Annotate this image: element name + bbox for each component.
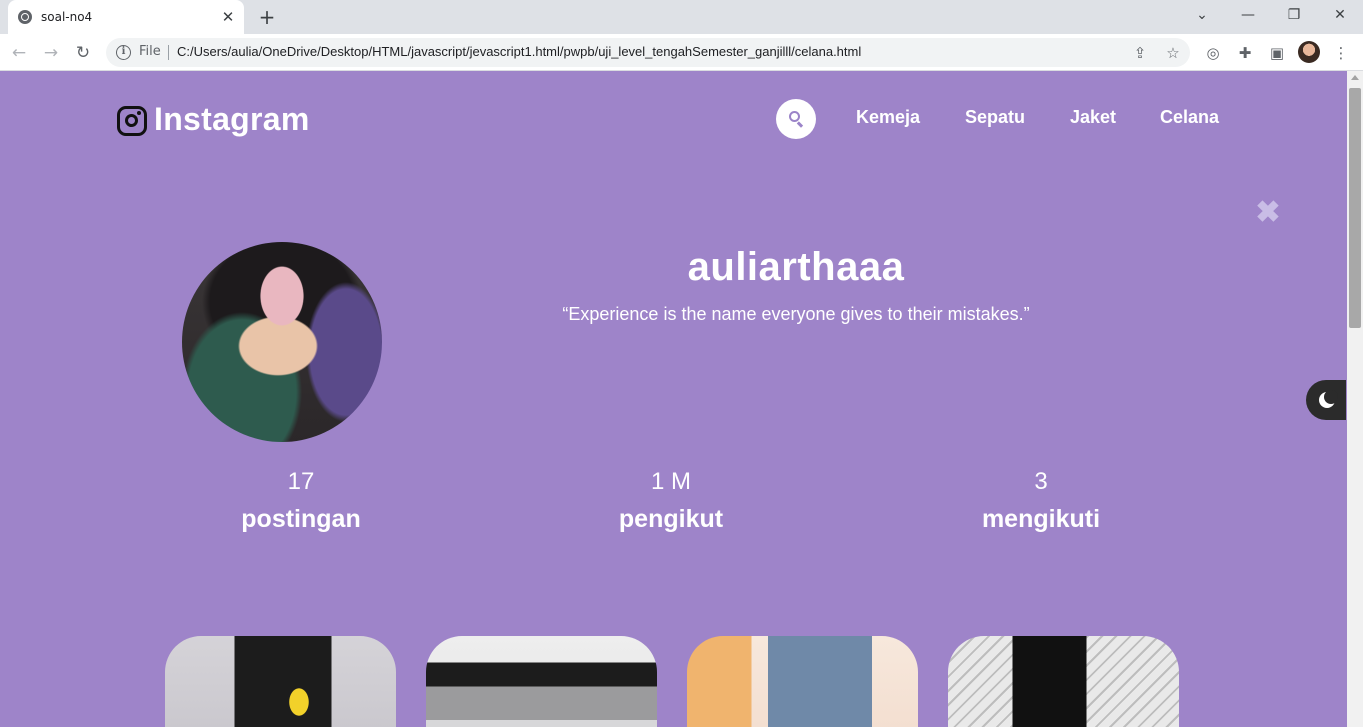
stat-followers-value: 1 M: [650, 468, 691, 495]
profile-photo: [182, 242, 382, 442]
page-viewport: Instagram Kemeja Sepatu Jaket Celana ✖ a…: [0, 71, 1347, 727]
stat-following-label: mengikuti: [981, 505, 1101, 533]
extension-circle-icon[interactable]: ◎: [1202, 42, 1224, 64]
nav-link-sepatu[interactable]: Sepatu: [965, 107, 1025, 128]
stat-following: 3 mengikuti: [921, 467, 1161, 535]
share-icon[interactable]: ⇪: [1130, 43, 1150, 63]
stat-posts-label: postingan: [241, 505, 361, 533]
close-window-button[interactable]: ✕: [1327, 4, 1353, 26]
gallery-card-1[interactable]: [165, 636, 396, 727]
stat-posts: 17 postingan: [181, 467, 421, 535]
star-icon[interactable]: ☆: [1163, 43, 1183, 63]
search-icon-handle: [797, 121, 804, 128]
info-icon[interactable]: i: [116, 45, 131, 60]
address-bar[interactable]: i File C:/Users/aulia/OneDrive/Desktop/H…: [106, 38, 1190, 67]
scroll-thumb[interactable]: [1349, 88, 1361, 328]
omnibox-divider: [168, 45, 169, 60]
profile-username: auliarthaaa: [687, 245, 905, 289]
stat-posts-value: 17: [287, 468, 315, 495]
forward-arrow-icon[interactable]: →: [38, 40, 64, 66]
tab-title: soal-no4: [41, 10, 93, 24]
nav-link-jaket[interactable]: Jaket: [1070, 107, 1116, 128]
browser-tab-strip: soal-no4 ✕ + ⌄ — ❐ ✕: [0, 0, 1363, 34]
profile-bio: “Experience is the name everyone gives t…: [562, 304, 1030, 324]
tab-search-chevron-icon[interactable]: ⌄: [1189, 4, 1215, 26]
file-scheme-label: File: [139, 44, 161, 59]
puzzle-icon[interactable]: ✚: [1234, 42, 1256, 64]
side-panel-icon[interactable]: ▣: [1266, 42, 1288, 64]
url-text[interactable]: C:/Users/aulia/OneDrive/Desktop/HTML/jav…: [177, 44, 861, 59]
browser-toolbar: ← → ↻ i File C:/Users/aulia/OneDrive/Des…: [0, 34, 1363, 71]
globe-icon: [18, 10, 32, 24]
stat-following-value: 3: [1034, 468, 1048, 495]
back-arrow-icon[interactable]: ←: [6, 40, 32, 66]
nav-link-kemeja[interactable]: Kemeja: [856, 107, 920, 128]
search-button[interactable]: [776, 99, 816, 139]
new-tab-button[interactable]: +: [256, 6, 278, 28]
moon-icon: [1319, 390, 1338, 408]
nav-link-celana[interactable]: Celana: [1160, 107, 1219, 128]
dark-mode-toggle[interactable]: [1306, 380, 1346, 420]
stat-followers: 1 M pengikut: [551, 467, 791, 535]
kebab-menu-icon[interactable]: ⋮: [1330, 42, 1352, 64]
profile-avatar-icon[interactable]: [1298, 41, 1320, 63]
gallery-card-2[interactable]: [426, 636, 657, 727]
gallery-card-4[interactable]: [948, 636, 1179, 727]
restore-button[interactable]: ❐: [1281, 4, 1307, 26]
logo-text: Instagram: [154, 101, 310, 137]
page-scrollbar[interactable]: [1347, 71, 1363, 727]
gallery-card-3[interactable]: [687, 636, 918, 727]
scroll-up-arrow-icon[interactable]: [1351, 75, 1359, 80]
close-icon[interactable]: ✖: [1254, 198, 1282, 228]
minimize-button[interactable]: —: [1235, 4, 1261, 26]
reload-icon[interactable]: ↻: [70, 40, 96, 66]
stat-followers-label: pengikut: [618, 505, 724, 533]
instagram-icon: [117, 106, 147, 136]
browser-tab-active[interactable]: soal-no4 ✕: [8, 0, 244, 34]
tab-close-icon[interactable]: ✕: [220, 9, 236, 25]
